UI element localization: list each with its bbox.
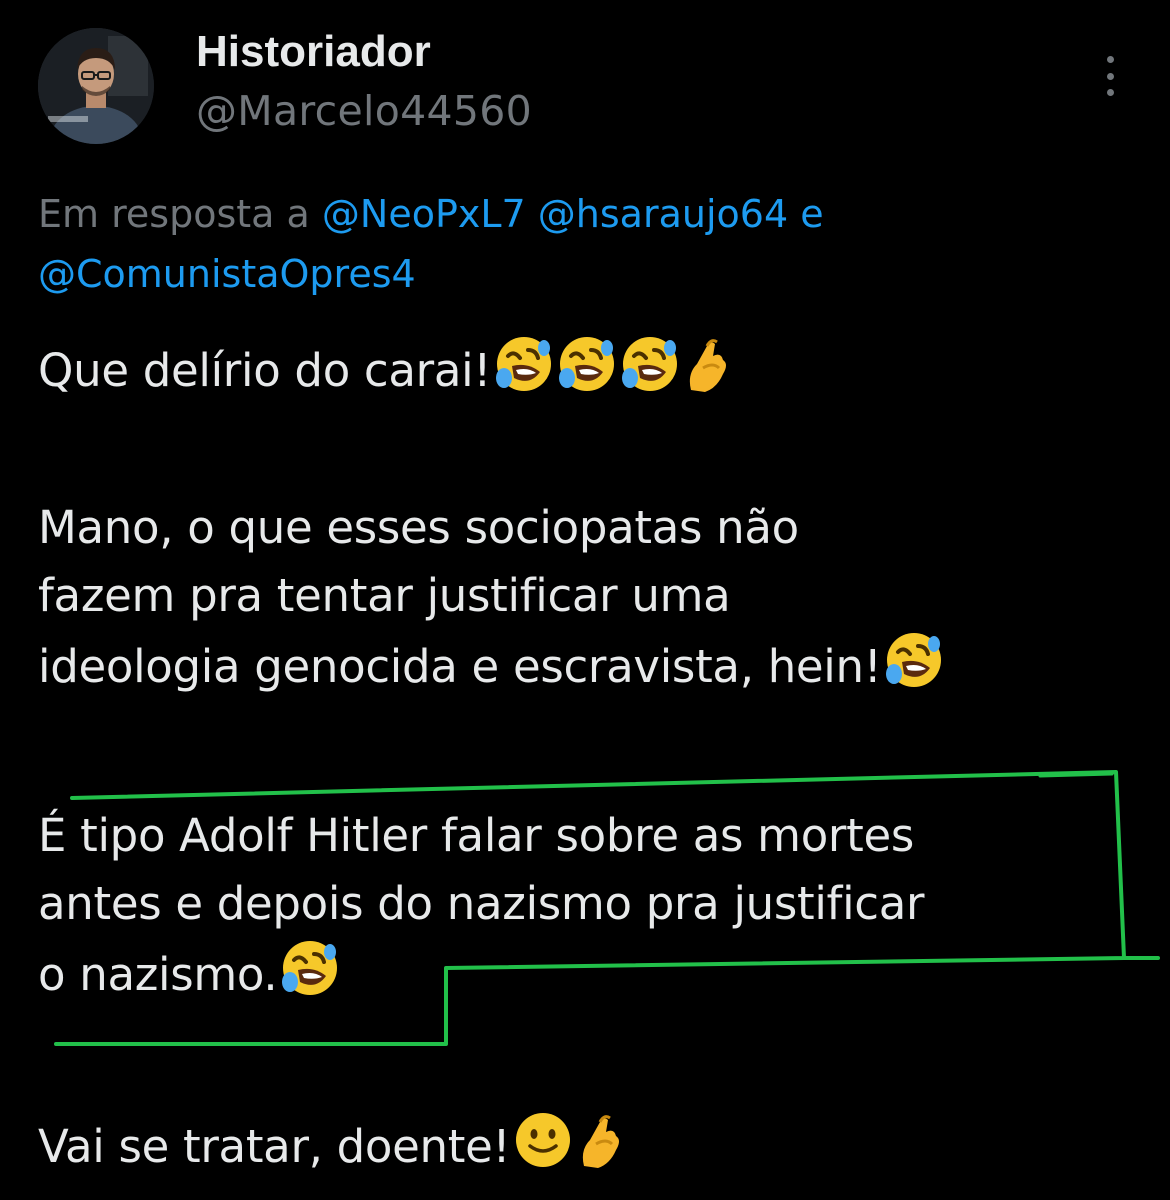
tweet-paragraph: Mano, o que esses sociopatas não fazem p… [38,494,1148,701]
tweet-paragraph: Que delírio do carai! [38,334,1148,405]
tweet-text-line: ideologia genocida e escravista, hein! [38,640,882,693]
tweet-text-line: o nazismo. [38,948,278,1001]
tweet-text-line: É tipo Adolf Hitler falar sobre as morte… [38,809,915,862]
rolling-laughing-emoji-icon [282,941,338,995]
reply-prefix: Em resposta a [38,192,310,236]
pinched-fingers-emoji-icon [689,339,727,392]
tweet-paragraph-highlighted: É tipo Adolf Hitler falar sobre as morte… [38,802,1148,1009]
pinched-fingers-emoji-icon [583,1115,620,1168]
tweet-text-line: Que delírio do carai! [38,344,492,397]
rolling-laughing-emoji-icon [622,337,678,391]
avatar[interactable] [38,28,154,144]
reply-context: Em resposta a @NeoPxL7 @hsaraujo64 e @Co… [38,184,1128,304]
rolling-laughing-emoji-icon [559,337,615,391]
author-handle[interactable]: @Marcelo44560 [196,86,532,136]
avatar-person-icon [38,28,154,144]
rolling-laughing-emoji-icon [886,633,942,687]
tweet-text-line: Mano, o que esses sociopatas não [38,501,799,554]
tweet-text-line: fazem pra tentar justificar uma [38,569,731,622]
rolling-laughing-emoji-icon [496,337,552,391]
mention-link[interactable]: @hsaraujo64 [538,192,788,236]
mention-link[interactable]: @NeoPxL7 [322,192,526,236]
reply-conjunction: e [800,192,824,236]
tweet-paragraph: Vai se tratar, doente! [38,1110,1148,1181]
author-display-name[interactable]: Historiador [196,26,431,78]
tweet-text-line: Vai se tratar, doente! [38,1120,511,1173]
more-vertical-icon[interactable] [1090,50,1130,102]
tweet-text-line: antes e depois do nazismo pra justificar [38,877,925,930]
slightly-smiling-emoji-icon [516,1113,571,1167]
mention-link[interactable]: @ComunistaOpres4 [38,252,416,296]
